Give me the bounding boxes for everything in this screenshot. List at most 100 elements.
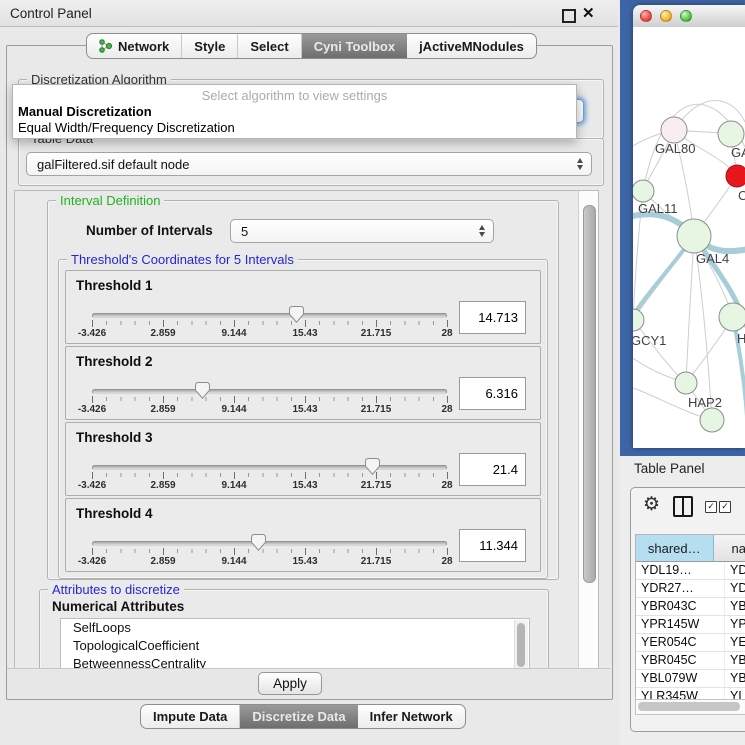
node-bottom[interactable]: [700, 408, 724, 432]
cell-name[interactable]: YBL0: [725, 670, 745, 687]
node-gal11[interactable]: [633, 180, 654, 202]
slider-track[interactable]: [92, 465, 447, 470]
network-graph: GAL80 GA C GAL11 GAL4 GCY1 H HAP2: [633, 27, 745, 448]
node-red-selected[interactable]: [726, 165, 745, 187]
table-data-combobox[interactable]: galFiltered.sif default node: [26, 152, 592, 176]
table-row[interactable]: YBL079WYBL0: [636, 670, 745, 688]
column-header-shared-name[interactable]: shared…: [636, 535, 714, 561]
node-label: GAL4: [696, 251, 729, 266]
tab-jactivemnodules[interactable]: jActiveMNodules: [407, 34, 536, 58]
node-gcy1[interactable]: [633, 309, 644, 331]
apply-button[interactable]: Apply: [258, 672, 322, 695]
cell-shared[interactable]: YBR045C: [636, 652, 725, 669]
close-traffic-light-icon[interactable]: [640, 10, 652, 22]
tab-label: Discretize Data: [252, 709, 345, 724]
cell-name[interactable]: YDR2: [725, 580, 745, 597]
node-gal4[interactable]: [677, 219, 711, 253]
horizontal-scrollbar-thumb[interactable]: [638, 702, 740, 711]
split-table-icon[interactable]: [673, 496, 693, 517]
network-view-window: GAL80 GA C GAL11 GAL4 GCY1 H HAP2: [633, 5, 745, 448]
cell-shared[interactable]: YBL079W: [636, 670, 725, 687]
table-row[interactable]: YDL19…YDL1: [636, 562, 745, 580]
tab-discretize-data[interactable]: Discretize Data: [240, 705, 357, 728]
table-row[interactable]: YPR145WYPR1: [636, 616, 745, 634]
slider-thumb[interactable]: [365, 458, 380, 475]
network-window-titlebar[interactable]: [633, 5, 745, 28]
list-scrollbar[interactable]: [514, 620, 528, 669]
tab-infer-network[interactable]: Infer Network: [358, 705, 465, 728]
vertical-scrollbar-thumb[interactable]: [583, 205, 596, 583]
cell-shared[interactable]: YDL19…: [636, 562, 725, 579]
slider-track[interactable]: [92, 389, 447, 394]
cell-name[interactable]: YDL1: [725, 562, 745, 579]
node-h[interactable]: [719, 303, 745, 331]
table-row[interactable]: YDR27…YDR2: [636, 580, 745, 598]
close-icon[interactable]: ✕: [582, 5, 595, 23]
threshold-value-field[interactable]: 11.344: [459, 529, 526, 562]
tab-style[interactable]: Style: [182, 34, 238, 58]
node-gal80[interactable]: [661, 117, 687, 143]
cell-name[interactable]: YBR0: [725, 652, 745, 669]
network-canvas[interactable]: GAL80 GA C GAL11 GAL4 GCY1 H HAP2: [633, 27, 745, 448]
slider-minor-ticks: [92, 473, 448, 477]
slider-major-tick: [305, 396, 306, 403]
threshold-value-field[interactable]: 6.316: [459, 377, 526, 410]
table-row[interactable]: YER054CYER0: [636, 634, 745, 652]
slider-thumb[interactable]: [251, 534, 266, 551]
cell-shared[interactable]: YER054C: [636, 634, 725, 651]
slider-thumb[interactable]: [195, 382, 210, 399]
checkbox-checked-icon[interactable]: ✓: [719, 501, 731, 513]
tab-impute-data[interactable]: Impute Data: [141, 705, 240, 728]
node-label: GCY1: [633, 333, 666, 348]
list-item[interactable]: BetweennessCentrality: [61, 655, 529, 669]
threshold-1-slider[interactable]: -3.426 2.859 9.144 15.43 21.715 28: [92, 307, 447, 341]
slider-thumb[interactable]: [289, 306, 304, 323]
node-hap2[interactable]: [675, 372, 697, 394]
tab-label: Impute Data: [153, 709, 227, 724]
slider-major-tick: [234, 472, 235, 479]
vertical-scrollbar[interactable]: [578, 191, 598, 668]
table-row[interactable]: YBR043CYBR0: [636, 598, 745, 616]
gear-icon[interactable]: ⚙: [643, 494, 660, 516]
slider-tick-label: -3.426: [78, 404, 106, 415]
cell-shared[interactable]: YPR145W: [636, 616, 725, 633]
threshold-4-slider[interactable]: -3.426 2.859 9.144 15.43 21.715 28: [92, 535, 447, 569]
checkbox-checked-icon[interactable]: ✓: [705, 501, 717, 513]
tab-cyni-toolbox[interactable]: Cyni Toolbox: [302, 34, 407, 58]
slider-tick-label: 21.715: [361, 556, 392, 567]
node-ga[interactable]: [718, 121, 744, 147]
cell-shared[interactable]: YDR27…: [636, 580, 725, 597]
cell-shared[interactable]: YBR043C: [636, 598, 725, 615]
number-of-intervals-combobox[interactable]: 5: [230, 219, 494, 243]
threshold-value-field[interactable]: 21.4: [459, 453, 526, 486]
slider-track[interactable]: [92, 313, 447, 318]
slider-tick-label: 15.43: [292, 328, 317, 339]
dropdown-option-manual[interactable]: Manual Discretization: [17, 104, 572, 120]
cell-name[interactable]: YPR1: [725, 616, 745, 633]
threshold-value-field[interactable]: 14.713: [459, 301, 526, 334]
zoom-traffic-light-icon[interactable]: [680, 10, 692, 22]
horizontal-scrollbar[interactable]: [635, 699, 745, 715]
slider-tick-label: 15.43: [292, 556, 317, 567]
cell-name[interactable]: YBR0: [725, 598, 745, 615]
slider-major-tick: [92, 548, 93, 555]
list-scrollbar-thumb[interactable]: [517, 623, 525, 667]
slider-track[interactable]: [92, 541, 447, 546]
cell-name[interactable]: YER0: [725, 634, 745, 651]
threshold-3-slider[interactable]: -3.426 2.859 9.144 15.43 21.715 28: [92, 459, 447, 493]
slider-tick-label: -3.426: [78, 480, 106, 491]
node-label: HAP2: [688, 395, 722, 410]
tab-network[interactable]: Network: [87, 34, 182, 58]
tab-select[interactable]: Select: [238, 34, 301, 58]
minimize-traffic-light-icon[interactable]: [660, 10, 672, 22]
list-item[interactable]: SelfLoops: [61, 619, 529, 637]
column-header-name[interactable]: na: [714, 535, 745, 561]
table-row[interactable]: YBR045CYBR0: [636, 652, 745, 670]
slider-major-tick: [163, 472, 164, 479]
float-window-icon[interactable]: [562, 9, 576, 23]
slider-major-tick: [447, 548, 448, 555]
list-item[interactable]: TopologicalCoefficient: [61, 637, 529, 655]
slider-minor-ticks: [92, 321, 448, 325]
dropdown-option-equal-width[interactable]: Equal Width/Frequency Discretization: [17, 120, 572, 136]
threshold-2-slider[interactable]: -3.426 2.859 9.144 15.43 21.715 28: [92, 383, 447, 417]
